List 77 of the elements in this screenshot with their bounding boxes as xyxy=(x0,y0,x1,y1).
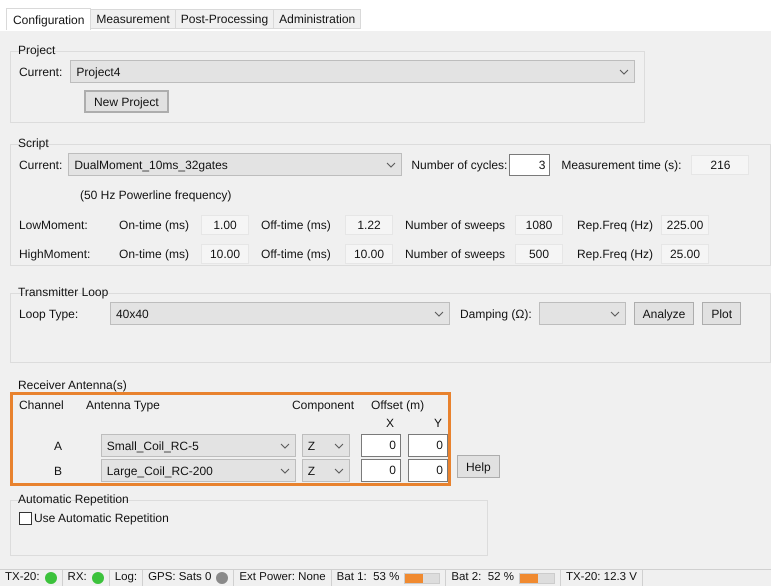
status-text: TX-20: 12.3 V xyxy=(566,570,637,586)
readout-field: 1080 xyxy=(515,215,563,235)
dropdown[interactable]: 40x40 xyxy=(110,302,450,325)
chevron-down-icon xyxy=(610,310,620,316)
chevron-down-icon xyxy=(334,442,344,448)
group-title: Transmitter Loop xyxy=(17,285,110,299)
dropdown[interactable]: Project4 xyxy=(70,60,636,83)
field-label: Receiver Antenna(s) xyxy=(18,378,128,392)
group-title: Project xyxy=(17,43,56,57)
field-label: Component xyxy=(292,397,356,414)
readout-field: 10.00 xyxy=(201,244,249,264)
status-text: RX: xyxy=(68,570,87,586)
chevron-down-icon xyxy=(619,68,630,74)
group-title: Script xyxy=(17,136,50,150)
readout-field: 1.22 xyxy=(345,215,393,235)
dropdown[interactable]: Small_Coil_RC-5 xyxy=(100,434,296,457)
field-label: Loop Type: xyxy=(19,306,80,322)
status-text: Ext Power: None xyxy=(239,570,326,586)
field-label: Number of sweeps xyxy=(405,217,506,234)
dropdown[interactable]: Z xyxy=(302,459,350,482)
chevron-down-icon xyxy=(280,442,290,448)
tab[interactable]: Post-Processing xyxy=(176,9,274,29)
field-label: Y xyxy=(434,415,442,432)
field-label: Channel xyxy=(19,397,65,414)
field-label: Current: xyxy=(19,64,62,80)
field-label: B xyxy=(53,462,64,480)
readout-field: 216 xyxy=(691,154,750,174)
readout-field: 1.00 xyxy=(201,215,249,235)
push-button[interactable]: New Project xyxy=(84,90,169,113)
field-label: Number of cycles: xyxy=(411,156,508,174)
field-label: A xyxy=(53,438,64,454)
dropdown[interactable]: Z xyxy=(302,434,350,457)
status-text: Bat 1: 53 % xyxy=(336,570,400,586)
offset-field[interactable]: 0 xyxy=(408,459,448,482)
field-label: On-time (ms) xyxy=(119,246,190,263)
field-label: (50 Hz Powerline frequency) xyxy=(80,187,232,204)
readout-field: 25.00 xyxy=(661,244,709,264)
tab[interactable]: Configuration xyxy=(6,8,92,30)
field-label: Damping (Ω): xyxy=(460,306,532,322)
field-label: Measurement time (s): xyxy=(561,156,682,174)
field-label: Offset (m) xyxy=(371,397,424,414)
tab[interactable]: Administration xyxy=(274,9,362,29)
tab[interactable]: Measurement xyxy=(91,9,176,29)
push-button[interactable]: Plot xyxy=(702,302,742,325)
status-text: Log: xyxy=(114,570,138,586)
field-label: Rep.Freq (Hz) xyxy=(577,246,654,263)
group-title: Automatic Repetition xyxy=(17,492,130,506)
field-label: X xyxy=(386,415,396,432)
field-label: Number of sweeps xyxy=(405,246,506,263)
status-text: Bat 2: 52 % xyxy=(451,570,514,586)
readout-field: 500 xyxy=(515,244,563,264)
field-label: LowMoment: xyxy=(19,217,89,234)
chevron-down-icon xyxy=(334,468,344,474)
dropdown[interactable]: DualMoment_10ms_32gates xyxy=(68,153,402,176)
checkbox-label: Use Automatic Repetition xyxy=(34,510,169,527)
chevron-down-icon xyxy=(280,468,290,474)
offset-field[interactable]: 0 xyxy=(360,434,401,457)
field-label: Antenna Type xyxy=(86,397,161,414)
field-label: Rep.Freq (Hz) xyxy=(577,217,654,234)
chevron-down-icon xyxy=(386,162,396,168)
push-button[interactable]: Help xyxy=(457,455,500,478)
field-label: Off-time (ms) xyxy=(261,246,332,263)
checkbox[interactable] xyxy=(19,512,32,524)
readout-field: 225.00 xyxy=(661,215,709,235)
dropdown[interactable]: Large_Coil_RC-200 xyxy=(100,459,296,482)
status-text: TX-20: xyxy=(5,570,40,586)
field-label: On-time (ms) xyxy=(119,217,190,234)
chevron-down-icon xyxy=(434,310,444,316)
field-label: Current: xyxy=(19,156,62,174)
readout-field: 10.00 xyxy=(345,244,393,264)
offset-field[interactable]: 0 xyxy=(408,434,448,457)
cycles-field[interactable]: 3 xyxy=(509,154,550,176)
status-text: GPS: Sats 0 xyxy=(148,570,212,586)
offset-field[interactable]: 0 xyxy=(360,459,401,482)
push-button[interactable]: Analyze xyxy=(634,302,694,325)
field-label: HighMoment: xyxy=(19,246,92,263)
field-label: Off-time (ms) xyxy=(261,217,332,234)
